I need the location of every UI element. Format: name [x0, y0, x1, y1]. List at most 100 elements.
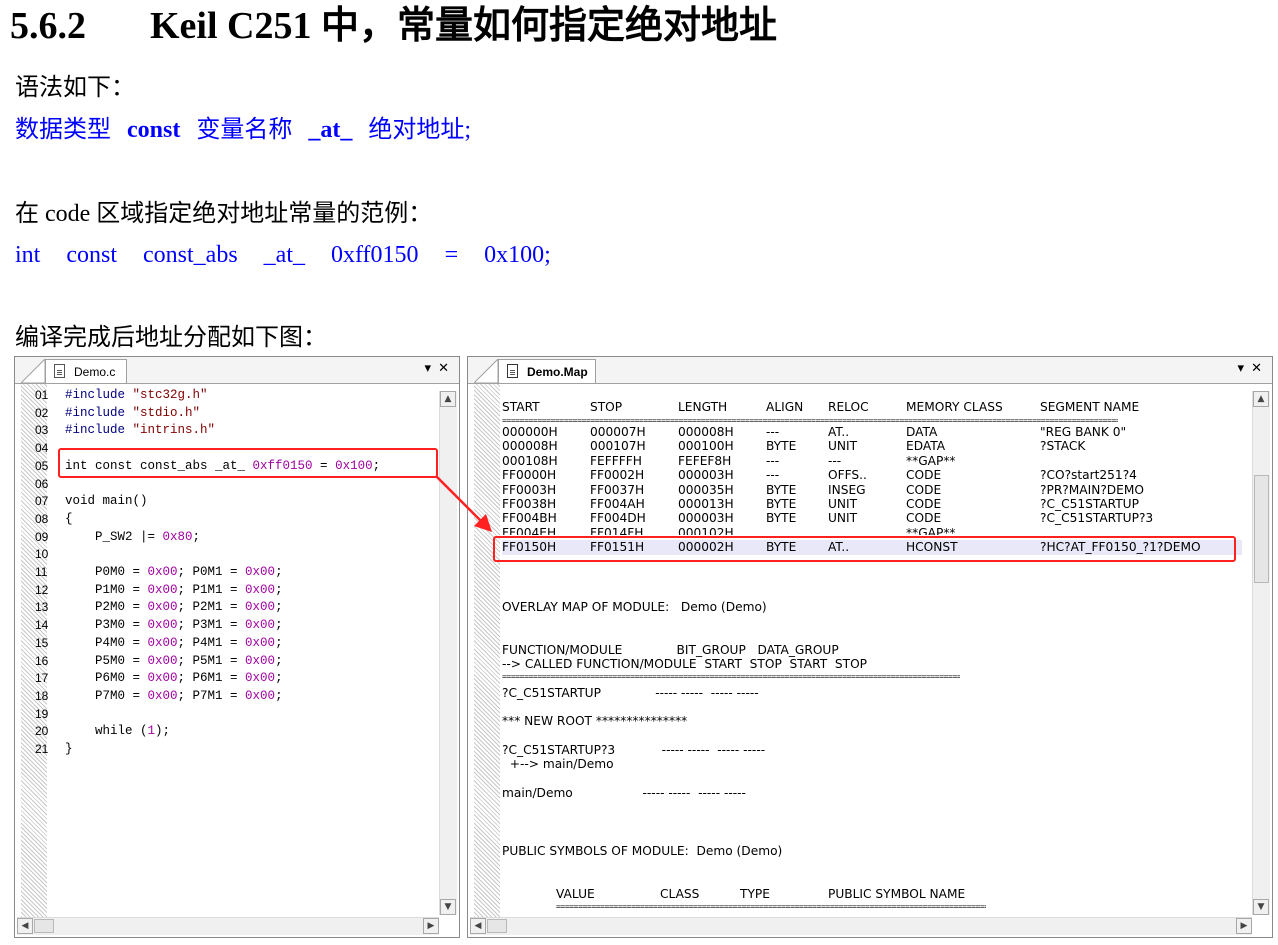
map-row-highlight: [493, 536, 1236, 562]
code-line[interactable]: P4M0 = 0x00; P4M1 = 0x00;: [65, 635, 283, 653]
line-number: 12: [35, 582, 49, 597]
code-line[interactable]: P5M0 = 0x00; P5M1 = 0x00;: [65, 653, 283, 671]
left-tab-bar: Demo.c ▾ ✕: [15, 357, 459, 384]
example-code-line: int const const_abs _at_ 0xff0150 = 0x100;: [15, 239, 577, 271]
close-icon[interactable]: ✕: [1251, 361, 1262, 377]
map-cell: FF014FH: [590, 525, 644, 535]
syntax-part-at: _at_: [308, 117, 353, 143]
tab-demo-map[interactable]: Demo.Map: [498, 359, 596, 383]
overlay-row: ?C_C51STARTUP?3 ----- ----- ----- -----: [502, 743, 766, 757]
map-cell: "REG BANK 0": [1040, 425, 1127, 439]
close-icon[interactable]: ✕: [438, 361, 449, 377]
map-cell: EDATA: [906, 439, 946, 454]
overlay-row: +--> main/Demo: [502, 757, 614, 771]
section-number: 5.6.2: [10, 5, 86, 47]
scroll-down-icon[interactable]: ▼: [440, 899, 456, 915]
line-number: 14: [35, 618, 49, 633]
map-cell: ---: [766, 425, 780, 439]
scroll-right-icon[interactable]: ▶: [1236, 918, 1252, 934]
map-cell: ---: [766, 453, 780, 468]
map-cell: 000000H: [502, 425, 558, 439]
scroll-down-icon[interactable]: ▼: [1253, 899, 1269, 915]
example-token: int: [15, 242, 41, 268]
map-cell: AT..: [828, 425, 850, 439]
tab-demo-c[interactable]: Demo.c: [45, 359, 127, 383]
code-line[interactable]: P0M0 = 0x00; P0M1 = 0x00;: [65, 564, 283, 582]
code-line[interactable]: #include "stdio.h": [65, 405, 200, 423]
map-cell: BYTE: [766, 439, 797, 454]
map-cell: FF004AH: [590, 497, 645, 511]
map-cell: 000003H: [678, 468, 734, 483]
line-number: 20: [35, 724, 49, 739]
scroll-up-icon[interactable]: ▲: [440, 391, 456, 407]
line-number: 05: [35, 458, 49, 473]
left-horizontal-scrollbar[interactable]: ◀ ▶: [17, 917, 439, 935]
map-cell: BYTE: [766, 482, 797, 497]
scroll-left-icon[interactable]: ◀: [17, 918, 33, 934]
right-vertical-scrollbar[interactable]: ▲ ▼: [1252, 391, 1270, 915]
tab-demo-c-label: Demo.c: [74, 365, 116, 379]
hscroll-thumb[interactable]: [34, 919, 54, 933]
map-cell: RELOC: [828, 400, 869, 414]
code-line[interactable]: P_SW2 |= 0x80;: [65, 529, 200, 547]
tab-edge-icon: [21, 359, 45, 383]
code-line[interactable]: #include "stc32g.h": [65, 387, 208, 405]
line-number: 01: [35, 388, 49, 402]
code-line[interactable]: void main(): [65, 493, 148, 511]
map-cell: 000013H: [678, 497, 734, 511]
line-number: 11: [35, 565, 48, 579]
map-cell: START: [502, 400, 540, 414]
code-line[interactable]: P6M0 = 0x00; P6M1 = 0x00;: [65, 670, 283, 688]
separator-line: ========================================…: [502, 672, 960, 681]
map-cell: FF0000H: [502, 468, 557, 483]
map-cell: 000003H: [678, 511, 734, 526]
map-cell: DATA: [906, 425, 938, 439]
code-line[interactable]: #include "intrins.h": [65, 422, 215, 440]
map-row: 000000H 000007H 000008H --- AT.. DATA "REG BAN…: [502, 425, 1242, 439]
map-cell: FF0038H: [502, 497, 557, 511]
code-line[interactable]: {: [65, 511, 73, 529]
line-number: 16: [35, 653, 49, 668]
line-number: 09: [35, 529, 49, 544]
annotation-arrow-icon: [435, 475, 492, 532]
map-row: FF004EH FF014FH 000102H **GAP**: [502, 526, 1242, 535]
line-number: 06: [35, 476, 49, 491]
line-number: 10: [35, 547, 49, 562]
map-cell: ---: [828, 453, 842, 468]
code-line[interactable]: }: [65, 741, 73, 759]
hscroll-thumb[interactable]: [487, 919, 507, 933]
map-cell: FF004BH: [502, 511, 557, 526]
map-cell: ?PR?MAIN?DEMO: [1040, 482, 1144, 497]
scroll-left-icon[interactable]: ◀: [470, 918, 486, 934]
map-row: 000008H 000107H 000100H BYTE UNIT EDATA ?STACK: [502, 439, 1242, 453]
example-token: const_abs: [143, 242, 238, 268]
line-number: 13: [35, 600, 49, 615]
code-line[interactable]: P1M0 = 0x00; P1M1 = 0x00;: [65, 582, 283, 600]
map-cell: ?C_C51STARTUP?3: [1040, 511, 1154, 526]
code-line[interactable]: P2M0 = 0x00; P2M1 = 0x00;: [65, 599, 283, 617]
tab-list-dropdown-icon[interactable]: ▾: [424, 361, 431, 377]
document-icon: [507, 364, 518, 378]
code-line[interactable]: while (1);: [65, 723, 170, 741]
map-cell: FF0037H: [590, 482, 645, 497]
line-number: 19: [35, 706, 49, 721]
syntax-part-name: 变量名称: [196, 117, 293, 143]
tab-demo-map-label: Demo.Map: [527, 365, 588, 379]
code-line[interactable]: P3M0 = 0x00; P3M1 = 0x00;: [65, 617, 283, 635]
code-line[interactable]: P7M0 = 0x00; P7M1 = 0x00;: [65, 688, 283, 706]
scroll-up-icon[interactable]: ▲: [1253, 391, 1269, 407]
map-cell: UNIT: [828, 511, 858, 526]
map-cell: UNIT: [828, 497, 858, 511]
line-number: 21: [35, 742, 49, 756]
tab-list-dropdown-icon[interactable]: ▾: [1237, 361, 1244, 377]
map-row: FF004BH FF004DH 000003H BYTE UNIT CODE ?C_C51S…: [502, 511, 1242, 525]
map-cell: CODE: [906, 497, 942, 511]
map-cell: 000100H: [678, 439, 734, 454]
vscroll-thumb[interactable]: [1254, 475, 1269, 583]
map-file-pane: Demo.Map ▾ ✕ START STOP LENGTH ALIGN RELOC ME…: [467, 356, 1273, 938]
scroll-right-icon[interactable]: ▶: [423, 918, 439, 934]
right-tab-bar: Demo.Map ▾ ✕: [468, 357, 1272, 384]
right-horizontal-scrollbar[interactable]: ◀ ▶: [470, 917, 1252, 935]
map-cell: FEFEF8H: [678, 453, 732, 468]
map-row: FF0003H FF0037H 000035H BYTE INSEG CODE ?PR?MA…: [502, 483, 1242, 497]
